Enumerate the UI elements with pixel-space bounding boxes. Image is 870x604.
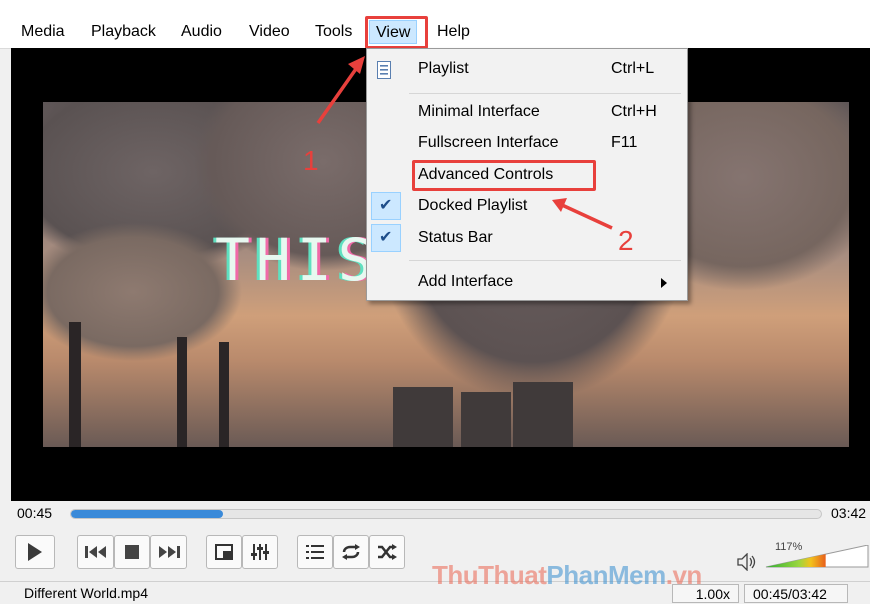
watermark: ThuThuatPhanMem.vn [432,560,702,590]
extended-settings-icon [251,544,269,560]
check-icon: ✔ [371,192,401,220]
seek-bar[interactable] [70,509,822,519]
menu-separator [409,260,681,261]
menu-help[interactable]: Help [431,20,476,44]
menu-separator [409,93,681,94]
menu-item-fullscreen-interface[interactable]: Fullscreen Interface F11 [367,128,687,158]
loop-button[interactable] [333,535,369,569]
fullscreen-icon [215,544,233,560]
video-overlay-text: THIS [215,226,379,294]
previous-button[interactable] [77,535,114,569]
menu-video[interactable]: Video [243,20,296,44]
play-button[interactable] [15,535,55,569]
menu-audio[interactable]: Audio [175,20,228,44]
submenu-arrow-icon [661,278,667,288]
menu-playback[interactable]: Playback [85,20,162,44]
extended-settings-button[interactable] [242,535,278,569]
menu-bar: Media Playback Audio Video Tools View He… [0,0,870,49]
playlist-icon [306,545,324,559]
status-filename: Different World.mp4 [24,585,148,601]
seek-bar-fill [71,510,224,518]
fullscreen-button[interactable] [206,535,242,569]
shuffle-icon [378,544,397,560]
menu-item-status-bar[interactable]: ✔ Status Bar [367,223,687,253]
shuffle-button[interactable] [369,535,405,569]
menu-media[interactable]: Media [15,20,71,44]
play-icon [28,543,42,561]
elapsed-time: 00:45 [17,505,53,521]
view-highlight-box [365,16,428,49]
menu-item-docked-playlist[interactable]: ✔ Docked Playlist [367,191,687,221]
annotation-step-1: 1 [303,145,319,176]
stop-icon [125,545,139,559]
status-time: 00:45/03:42 [744,584,848,603]
check-icon: ✔ [371,224,401,252]
next-button[interactable] [150,535,187,569]
menu-item-add-interface[interactable]: Add Interface [367,267,687,297]
stop-button[interactable] [114,535,150,569]
playlist-button[interactable] [297,535,333,569]
playlist-icon [377,60,391,90]
menu-item-minimal-interface[interactable]: Minimal Interface Ctrl+H [367,97,687,127]
next-icon [158,546,180,558]
menu-tools[interactable]: Tools [309,20,358,44]
loop-icon [342,544,360,560]
total-time: 03:42 [831,505,867,521]
volume-slider[interactable] [764,545,870,569]
volume-icon[interactable] [737,552,757,575]
annotation-step-2: 2 [618,225,634,256]
previous-icon [84,546,106,558]
menu-item-playlist[interactable]: Playlist Ctrl+L [367,54,687,84]
advanced-controls-highlight-box [412,160,596,191]
